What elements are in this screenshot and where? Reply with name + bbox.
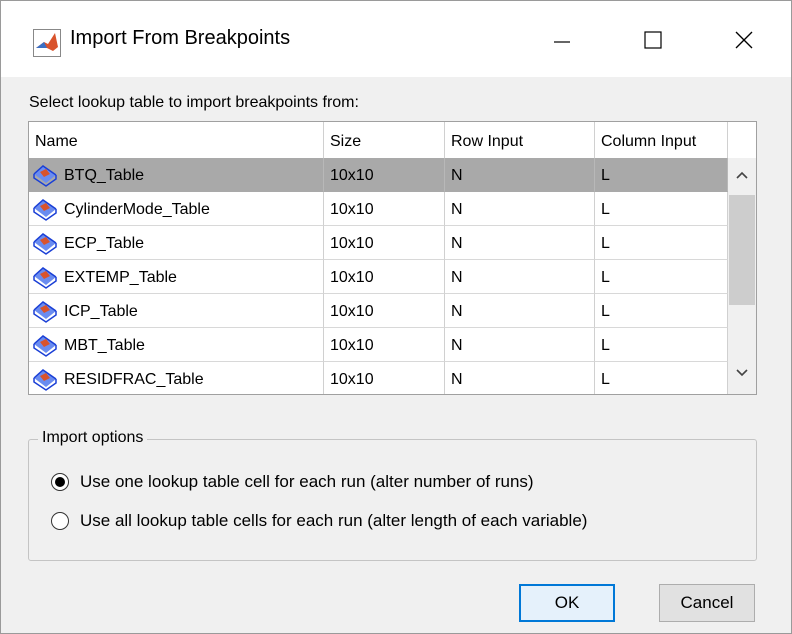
- minimize-button[interactable]: [531, 15, 593, 65]
- vertical-scrollbar[interactable]: [728, 158, 756, 394]
- column-header-column-input[interactable]: Column Input: [595, 122, 728, 158]
- row-name: EXTEMP_Table: [64, 269, 177, 286]
- lookup-table-icon: [33, 369, 57, 391]
- radio-button[interactable]: [51, 512, 69, 530]
- chevron-up-icon: [736, 171, 748, 179]
- table-row[interactable]: BTQ_Table 10x10 N L: [29, 158, 756, 192]
- window-title: Import From Breakpoints: [70, 27, 291, 49]
- table-row[interactable]: EXTEMP_Table 10x10 N L: [29, 260, 756, 294]
- table-row[interactable]: RESIDFRAC_Table 10x10 N L: [29, 362, 756, 394]
- size-cell: 10x10: [324, 362, 445, 394]
- table-row[interactable]: CylinderMode_Table 10x10 N L: [29, 192, 756, 226]
- scrollbar-thumb[interactable]: [729, 195, 755, 305]
- column-input-cell: L: [595, 260, 728, 294]
- column-header-name[interactable]: Name: [29, 122, 324, 158]
- maximize-button[interactable]: [622, 15, 684, 65]
- column-header-size[interactable]: Size: [324, 122, 445, 158]
- size-cell: 10x10: [324, 294, 445, 328]
- size-cell: 10x10: [324, 328, 445, 362]
- column-input-cell: L: [595, 328, 728, 362]
- close-icon: [735, 31, 753, 49]
- row-input-cell: N: [445, 294, 595, 328]
- name-cell: MBT_Table: [29, 328, 324, 362]
- row-input-cell: N: [445, 260, 595, 294]
- column-header-row-input[interactable]: Row Input: [445, 122, 595, 158]
- size-cell: 10x10: [324, 192, 445, 226]
- row-input-cell: N: [445, 158, 595, 192]
- column-input-cell: L: [595, 158, 728, 192]
- table-header: Name Size Row Input Column Input: [29, 122, 756, 159]
- name-cell: EXTEMP_Table: [29, 260, 324, 294]
- lookup-table-list[interactable]: Name Size Row Input Column Input BTQ_Tab…: [28, 121, 757, 395]
- radio-label: Use all lookup table cells for each run …: [80, 511, 588, 530]
- lookup-table-icon: [33, 301, 57, 323]
- lookup-table-icon: [33, 165, 57, 187]
- size-cell: 10x10: [324, 226, 445, 260]
- radio-button-checked[interactable]: [51, 473, 69, 491]
- chevron-down-icon: [736, 369, 748, 377]
- name-cell: ECP_Table: [29, 226, 324, 260]
- name-cell: ICP_Table: [29, 294, 324, 328]
- column-input-cell: L: [595, 226, 728, 260]
- name-cell: CylinderMode_Table: [29, 192, 324, 226]
- close-button[interactable]: [713, 15, 775, 65]
- size-cell: 10x10: [324, 260, 445, 294]
- row-name: BTQ_Table: [64, 167, 145, 184]
- size-cell: 10x10: [324, 158, 445, 192]
- table-row[interactable]: ICP_Table 10x10 N L: [29, 294, 756, 328]
- maximize-icon: [644, 31, 662, 49]
- ok-button[interactable]: OK: [519, 584, 615, 622]
- radio-option-one-cell-per-run[interactable]: Use one lookup table cell for each run (…: [51, 470, 534, 494]
- minimize-icon: [554, 41, 570, 43]
- import-from-breakpoints-dialog: Import From Breakpoints Select lookup ta…: [0, 0, 792, 634]
- column-input-cell: L: [595, 192, 728, 226]
- radio-label: Use one lookup table cell for each run (…: [80, 472, 534, 491]
- column-input-cell: L: [595, 294, 728, 328]
- row-name: ICP_Table: [64, 303, 138, 320]
- cancel-button[interactable]: Cancel: [659, 584, 755, 622]
- row-input-cell: N: [445, 226, 595, 260]
- row-input-cell: N: [445, 328, 595, 362]
- name-cell: BTQ_Table: [29, 158, 324, 192]
- matlab-icon: [33, 29, 61, 57]
- row-name: CylinderMode_Table: [64, 201, 210, 218]
- lookup-table-icon: [33, 233, 57, 255]
- lookup-table-icon: [33, 267, 57, 289]
- lookup-table-icon: [33, 335, 57, 357]
- column-input-cell: L: [595, 362, 728, 394]
- row-name: MBT_Table: [64, 337, 145, 354]
- import-options-legend: Import options: [38, 429, 148, 447]
- title-bar[interactable]: Import From Breakpoints: [1, 1, 791, 77]
- scroll-down-button[interactable]: [728, 358, 756, 388]
- row-input-cell: N: [445, 192, 595, 226]
- name-cell: RESIDFRAC_Table: [29, 362, 324, 394]
- lookup-table-icon: [33, 199, 57, 221]
- table-row[interactable]: ECP_Table 10x10 N L: [29, 226, 756, 260]
- table-row[interactable]: MBT_Table 10x10 N L: [29, 328, 756, 362]
- row-input-cell: N: [445, 362, 595, 394]
- table-caption: Select lookup table to import breakpoint…: [29, 94, 359, 111]
- import-options-group: [28, 439, 757, 561]
- radio-option-all-cells-per-run[interactable]: Use all lookup table cells for each run …: [51, 509, 587, 533]
- scroll-up-button[interactable]: [728, 160, 756, 190]
- row-name: RESIDFRAC_Table: [64, 371, 204, 388]
- row-name: ECP_Table: [64, 235, 145, 252]
